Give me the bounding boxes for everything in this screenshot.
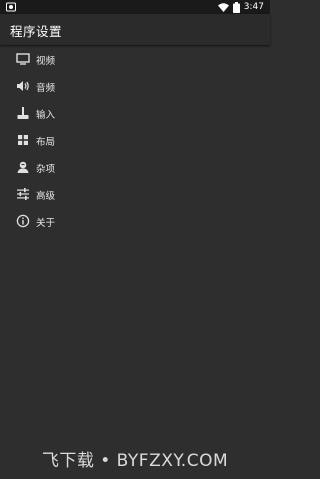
page-title: 程序设置: [10, 24, 63, 39]
menu-item-video[interactable]: 视频: [0, 45, 270, 72]
status-time: 3:47: [243, 2, 264, 12]
menu-item-misc[interactable]: 杂项: [0, 153, 270, 180]
menu-item-label: 布局: [36, 137, 56, 148]
menu-item-label: 杂项: [36, 164, 56, 175]
menu-item-audio[interactable]: 音频: [0, 72, 270, 99]
joystick-icon: [17, 107, 29, 119]
menu-item-label: 高级: [36, 191, 56, 202]
menu-item-label: 关于: [36, 218, 56, 229]
info-icon: [16, 214, 30, 228]
monitor-icon: [16, 53, 30, 65]
app-bar: 程序设置: [0, 14, 270, 45]
menu-item-label: 视频: [36, 56, 56, 67]
wifi-icon: [217, 2, 229, 12]
battery-icon: [232, 1, 240, 13]
menu-item-label: 输入: [36, 110, 56, 121]
status-bar: 3:47: [0, 0, 270, 14]
menu-item-label: 音频: [36, 83, 56, 94]
watermark: 飞下载 • BYFZXY.COM: [41, 451, 229, 471]
grid-icon: [18, 135, 28, 145]
screenshot-icon: [6, 2, 16, 12]
menu-item-layout[interactable]: 布局: [0, 126, 270, 153]
sliders-icon: [17, 188, 29, 200]
speaker-icon: [17, 81, 29, 91]
menu-item-advanced[interactable]: 高级: [0, 180, 270, 207]
settings-menu: 视频 音频 输入 布局 杂项 高级 关于: [0, 45, 270, 234]
person-icon: [17, 161, 29, 173]
status-icons: 3:47: [217, 1, 264, 13]
menu-item-input[interactable]: 输入: [0, 99, 270, 126]
menu-item-about[interactable]: 关于: [0, 207, 270, 234]
